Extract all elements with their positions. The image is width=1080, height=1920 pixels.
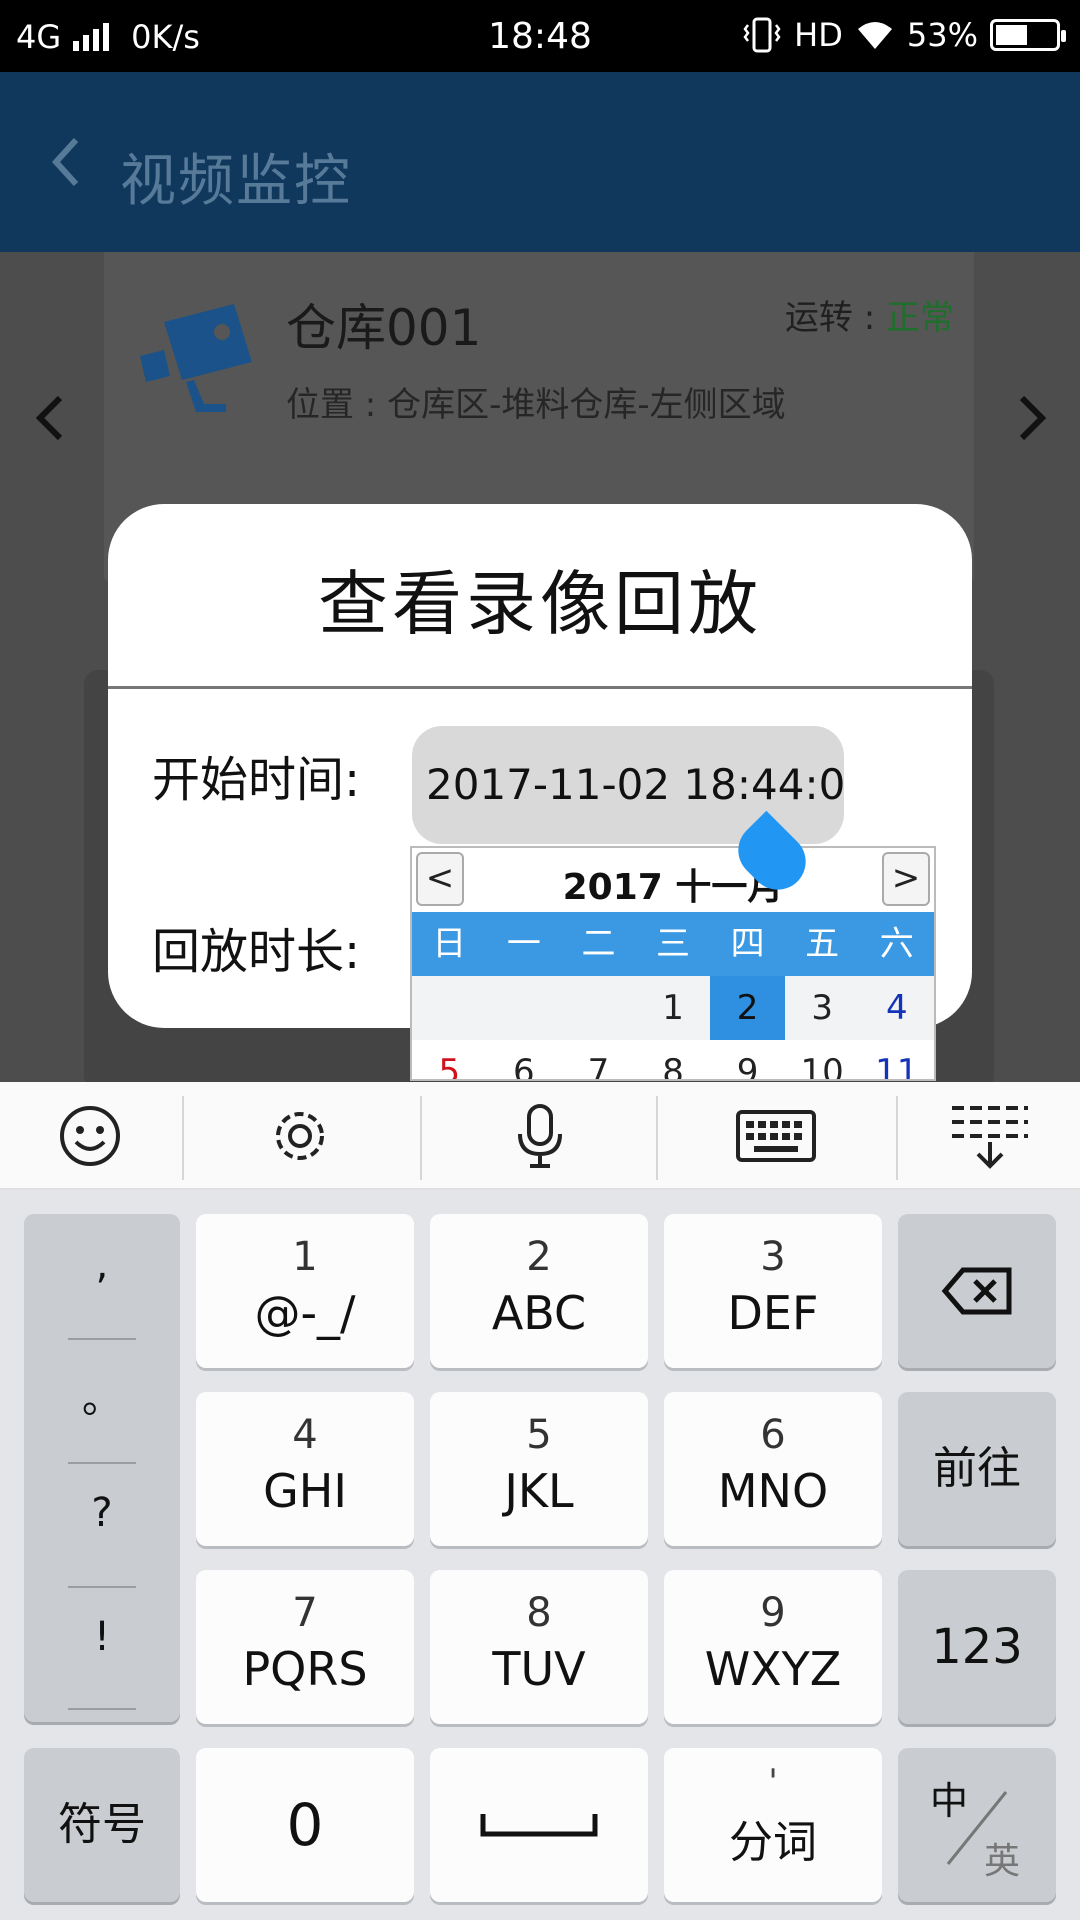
calendar-day[interactable]: 7 <box>561 1040 636 1079</box>
back-arrow-icon[interactable] <box>46 132 86 192</box>
punct-key[interactable]: ? <box>24 1490 180 1536</box>
emoji-button[interactable] <box>30 1082 150 1190</box>
key-8[interactable]: 8 TUV <box>430 1570 648 1724</box>
calendar-day[interactable]: 6 <box>487 1040 562 1079</box>
status-bar: 4G 0K/s 18:48 HD 53% <box>0 0 1080 72</box>
weekday-header: 日 一 二 三 四 五 六 <box>412 912 934 976</box>
key-5[interactable]: 5 JKL <box>430 1392 648 1546</box>
dialog-title: 查看录像回放 <box>318 563 762 645</box>
weekday-label: 五 <box>805 924 840 964</box>
weekday-label: 日 <box>432 924 467 964</box>
next-camera-icon[interactable] <box>1012 388 1052 448</box>
punct-key[interactable]: 。 <box>24 1366 180 1424</box>
duration-label: 回放时长: <box>152 924 361 980</box>
camera-location: 位置 : 仓库区-堆料仓库-左侧区域 <box>286 385 786 425</box>
date-picker: < 2017 十一月 > 日 一 二 三 四 五 六 1 2 3 4 5 6 7… <box>410 846 936 1081</box>
calendar-day[interactable]: 1 <box>636 976 711 1040</box>
camera-name: 仓库001 <box>286 299 482 357</box>
key-6[interactable]: 6 MNO <box>664 1392 882 1546</box>
calendar-day-empty <box>412 976 487 1040</box>
key-9[interactable]: 9 WXYZ <box>664 1570 882 1724</box>
key-4[interactable]: 4 GHI <box>196 1392 414 1546</box>
calendar-day[interactable]: 11 <box>859 1040 934 1079</box>
next-month-button[interactable]: > <box>882 852 930 906</box>
go-key[interactable]: 前往 <box>898 1392 1056 1546</box>
symbols-key[interactable]: 符号 <box>24 1748 180 1902</box>
key-7[interactable]: 7 PQRS <box>196 1570 414 1724</box>
settings-icon <box>276 1112 324 1160</box>
calendar-month-title: 2017 十一月 <box>562 867 784 908</box>
wifi-icon <box>857 22 892 49</box>
keyboard-toolbar <box>0 1082 1080 1190</box>
calendar-day-selected[interactable]: 2 <box>710 976 785 1040</box>
key-2[interactable]: 2 ABC <box>430 1214 648 1368</box>
camera-status: 运转 : 正常 <box>784 298 954 338</box>
battery-percent: 53% <box>906 16 978 54</box>
key-0[interactable]: 0 <box>196 1748 414 1902</box>
calendar-day[interactable]: 10 <box>785 1040 860 1079</box>
microphone-icon <box>518 1104 562 1168</box>
lang-en-label: 英 <box>984 1841 1021 1882</box>
vibrate-icon <box>743 17 781 53</box>
segment-label: 分词 <box>729 1817 817 1868</box>
space-bar-icon <box>480 1814 598 1837</box>
calendar-day[interactable]: 5 <box>412 1040 487 1079</box>
punctuation-column[interactable]: , 。 ? ! <box>24 1214 180 1722</box>
calendar-day[interactable]: 9 <box>710 1040 785 1079</box>
segment-mark: ' <box>768 1762 778 1802</box>
app-bar: 视频监控 <box>0 72 1080 252</box>
calendar-day-empty <box>561 976 636 1040</box>
space-key[interactable] <box>430 1748 648 1902</box>
calendar-day[interactable]: 8 <box>636 1040 711 1079</box>
page-title: 视频监控 <box>120 149 352 214</box>
weekday-label: 二 <box>581 924 616 964</box>
weekday-label: 一 <box>506 924 541 964</box>
camera-icon <box>140 304 252 412</box>
segment-key[interactable]: ' 分词 <box>664 1748 882 1902</box>
settings-button[interactable] <box>240 1082 360 1190</box>
key-1[interactable]: 1 @-_/ <box>196 1214 414 1368</box>
keyboard-icon <box>736 1110 816 1162</box>
numbers-key[interactable]: 123 <box>898 1570 1056 1724</box>
hide-keyboard-button[interactable] <box>930 1082 1050 1190</box>
weekday-label: 三 <box>656 924 691 964</box>
punct-key[interactable]: ! <box>24 1614 180 1660</box>
calendar-day-empty <box>487 976 562 1040</box>
calendar-day[interactable]: 4 <box>859 976 934 1040</box>
voice-input-button[interactable] <box>480 1082 600 1190</box>
weekday-label: 六 <box>879 924 914 964</box>
calendar-week-row: 1 2 3 4 <box>412 976 934 1040</box>
collapse-keyboard-icon <box>952 1106 1028 1169</box>
weekday-label: 四 <box>730 924 765 964</box>
previous-camera-icon[interactable] <box>30 388 70 448</box>
start-time-label: 开始时间: <box>152 752 361 808</box>
hd-indicator: HD <box>794 16 843 54</box>
calendar-day[interactable]: 3 <box>785 976 860 1040</box>
backspace-key[interactable] <box>898 1214 1056 1368</box>
keyboard-switch-button[interactable] <box>716 1082 836 1190</box>
language-switch-key[interactable]: 中 英 <box>898 1748 1056 1902</box>
battery-icon <box>990 19 1066 51</box>
emoji-icon <box>60 1106 120 1166</box>
punct-key[interactable]: , <box>24 1242 180 1288</box>
key-3[interactable]: 3 DEF <box>664 1214 882 1368</box>
backspace-icon <box>941 1267 1012 1315</box>
t9-keyboard: , 。 ? ! 1 @-_/ 2 ABC 3 DEF 4 GHI 5 JKL 6 MNO 前… <box>0 1190 1080 1920</box>
calendar-week-row: 5 6 7 8 9 10 11 <box>412 1040 934 1079</box>
dialog-divider <box>108 686 972 689</box>
